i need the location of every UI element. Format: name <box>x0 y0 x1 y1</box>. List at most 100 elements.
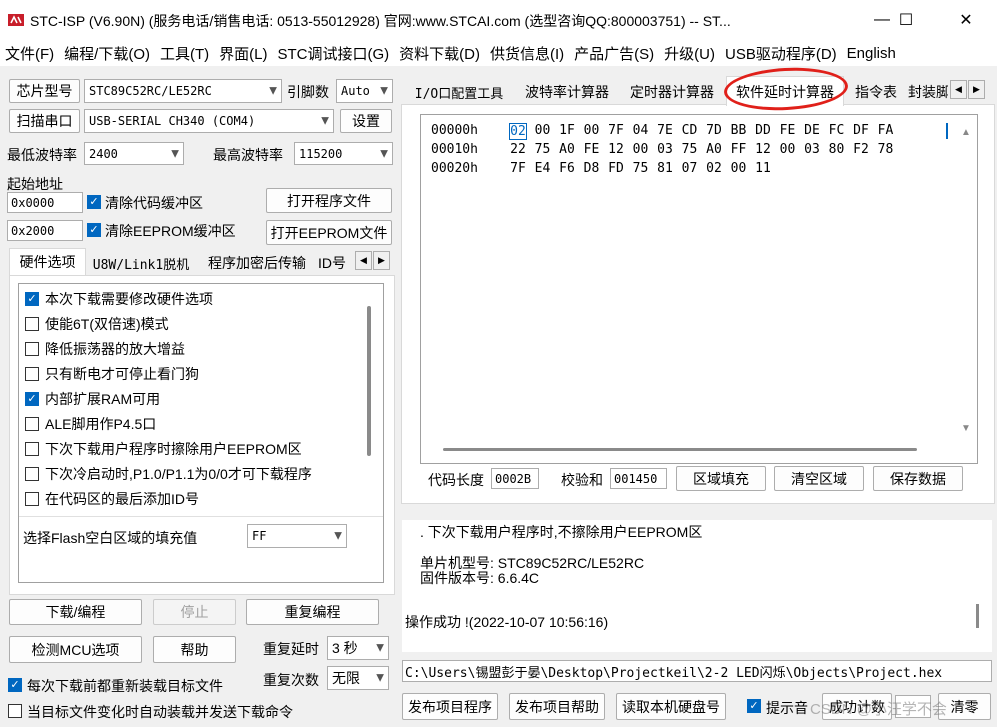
option-add-id[interactable]: 在代码区的最后添加ID号 <box>25 489 199 509</box>
option-modify-hardware[interactable]: ✓ 本次下载需要修改硬件选项 <box>25 289 213 309</box>
menu-debug[interactable]: STC调试接口(G) <box>272 43 394 64</box>
option-watchdog[interactable]: 只有断电才可停止看门狗 <box>25 364 199 384</box>
clear-eeprom-checkbox[interactable]: ✓ <box>87 223 101 237</box>
reload-before-checkbox[interactable]: ✓ <box>8 678 22 692</box>
hex-byte[interactable]: 00 <box>779 142 797 157</box>
menu-usb-driver[interactable]: USB驱动程序(D) <box>720 43 842 64</box>
hex-byte[interactable]: BB <box>730 123 748 138</box>
log-scrollbar[interactable] <box>976 604 979 628</box>
clear-area-button[interactable]: 清空区域 <box>774 466 864 491</box>
hex-byte[interactable]: A0 <box>705 142 723 157</box>
tab-instruction-table[interactable]: 指令表 <box>848 80 904 104</box>
scroll-up-icon[interactable]: ▲ <box>961 127 971 138</box>
checkbox[interactable] <box>25 442 39 456</box>
fill-area-button[interactable]: 区域填充 <box>676 466 766 491</box>
hex-byte[interactable]: 12 <box>607 142 625 157</box>
menu-file[interactable]: 文件(F) <box>0 43 59 64</box>
hex-byte[interactable]: 03 <box>656 142 674 157</box>
tab-scroll-right-icon[interactable]: ▶ <box>968 80 985 99</box>
menu-downloads[interactable]: 资料下载(D) <box>394 43 485 64</box>
repeat-delay-select[interactable]: 3 秒 ▼ <box>327 636 389 660</box>
hex-byte[interactable]: DE <box>803 123 821 138</box>
checkbox[interactable] <box>25 417 39 431</box>
hex-byte[interactable]: D8 <box>583 161 601 176</box>
scan-port-button[interactable]: 扫描串口 <box>9 109 80 133</box>
tab-baud-calculator[interactable]: 波特率计算器 <box>518 80 616 104</box>
hex-byte[interactable]: 81 <box>656 161 674 176</box>
hex-vertical-scrollbar[interactable]: ▲ ▼ <box>957 123 977 463</box>
publish-help-button[interactable]: 发布项目帮助 <box>509 693 605 720</box>
menu-ads[interactable]: 产品广告(S) <box>569 43 659 64</box>
auto-send-checkbox[interactable] <box>8 704 22 718</box>
checkbox[interactable]: ✓ <box>25 392 39 406</box>
tab-delay-calculator[interactable]: 软件延时计算器 <box>726 80 844 104</box>
open-eeprom-button[interactable]: 打开EEPROM文件 <box>266 220 392 245</box>
eeprom-address-input[interactable]: 0x2000 <box>7 220 83 241</box>
hex-byte[interactable]: 02 <box>705 161 723 176</box>
hex-byte[interactable]: 80 <box>828 142 846 157</box>
hex-horizontal-scrollbar[interactable] <box>443 448 917 451</box>
hex-byte[interactable]: 12 <box>754 142 772 157</box>
hex-byte[interactable]: FA <box>877 123 895 138</box>
hex-byte[interactable]: 78 <box>877 142 895 157</box>
hex-byte[interactable]: 7F <box>607 123 625 138</box>
menu-interface[interactable]: 界面(L) <box>214 43 272 64</box>
tab-scroll-left-icon[interactable]: ◀ <box>950 80 967 99</box>
tab-hardware-options[interactable]: 硬件选项 <box>9 250 86 274</box>
option-erase-eeprom[interactable]: 下次下载用户程序时擦除用户EEPROM区 <box>25 439 302 459</box>
menu-english[interactable]: English <box>842 45 901 62</box>
scroll-down-icon[interactable]: ▼ <box>961 423 971 434</box>
code-address-input[interactable]: 0x0000 <box>7 192 83 213</box>
save-data-button[interactable]: 保存数据 <box>873 466 963 491</box>
option-reduce-gain[interactable]: 降低振荡器的放大增益 <box>25 339 185 359</box>
hex-byte[interactable]: 00 <box>730 161 748 176</box>
checkbox[interactable] <box>25 317 39 331</box>
menu-supply[interactable]: 供货信息(I) <box>485 43 569 64</box>
hex-byte[interactable]: A0 <box>558 142 576 157</box>
tab-id-number[interactable]: ID号 <box>318 252 354 274</box>
checkbox[interactable] <box>25 467 39 481</box>
hex-byte[interactable]: 00 <box>534 123 552 138</box>
tab-package-pins[interactable]: 封装脚 <box>908 80 948 104</box>
hex-byte[interactable]: DD <box>754 123 772 138</box>
checkbox[interactable] <box>25 342 39 356</box>
clear-code-checkbox[interactable]: ✓ <box>87 195 101 209</box>
detect-mcu-button[interactable]: 检测MCU选项 <box>9 636 142 663</box>
hex-byte[interactable]: 00 <box>583 123 601 138</box>
chip-type-button[interactable]: 芯片型号 <box>9 79 80 103</box>
hex-byte[interactable]: 00 <box>632 142 650 157</box>
hex-byte[interactable]: FE <box>779 123 797 138</box>
menu-upgrade[interactable]: 升级(U) <box>659 43 720 64</box>
min-baud-select[interactable]: 2400 ▼ <box>84 142 184 165</box>
chip-type-select[interactable]: STC89C52RC/LE52RC ▼ <box>84 79 282 103</box>
max-baud-select[interactable]: 115200 ▼ <box>294 142 393 165</box>
help-button[interactable]: 帮助 <box>153 636 236 663</box>
reprogram-button[interactable]: 重复编程 <box>246 599 379 625</box>
hex-byte[interactable]: 75 <box>632 161 650 176</box>
read-disk-button[interactable]: 读取本机硬盘号 <box>616 693 726 720</box>
hex-byte[interactable]: 75 <box>681 142 699 157</box>
tab-timer-calculator[interactable]: 定时器计算器 <box>622 80 722 104</box>
hex-byte[interactable]: E4 <box>534 161 552 176</box>
repeat-count-select[interactable]: 无限 ▼ <box>327 666 389 690</box>
hex-byte[interactable]: FD <box>607 161 625 176</box>
flash-fill-select[interactable]: FF ▼ <box>247 524 347 548</box>
option-internal-ram[interactable]: ✓ 内部扩展RAM可用 <box>25 389 160 409</box>
tab-scroll-right-icon[interactable]: ▶ <box>373 251 390 270</box>
hex-byte[interactable]: 03 <box>803 142 821 157</box>
hex-byte[interactable]: 7F <box>509 161 527 176</box>
hex-byte[interactable]: 07 <box>681 161 699 176</box>
open-program-button[interactable]: 打开程序文件 <box>266 188 392 213</box>
hex-byte[interactable]: FF <box>730 142 748 157</box>
option-ale-pin[interactable]: ALE脚用作P4.5口 <box>25 414 156 434</box>
tab-encrypted-transfer[interactable]: 程序加密后传输 <box>200 252 314 274</box>
settings-button[interactable]: 设置 <box>340 109 392 133</box>
menu-tools[interactable]: 工具(T) <box>155 43 214 64</box>
tab-io-config[interactable]: I/O口配置工具 <box>404 80 514 104</box>
hex-byte[interactable]: F6 <box>558 161 576 176</box>
download-button[interactable]: 下载/编程 <box>9 599 142 625</box>
tab-scroll-left-icon[interactable]: ◀ <box>355 251 372 270</box>
hex-byte[interactable]: 22 <box>509 142 527 157</box>
publish-program-button[interactable]: 发布项目程序 <box>402 693 498 720</box>
close-button[interactable]: ✕ <box>943 0 989 40</box>
